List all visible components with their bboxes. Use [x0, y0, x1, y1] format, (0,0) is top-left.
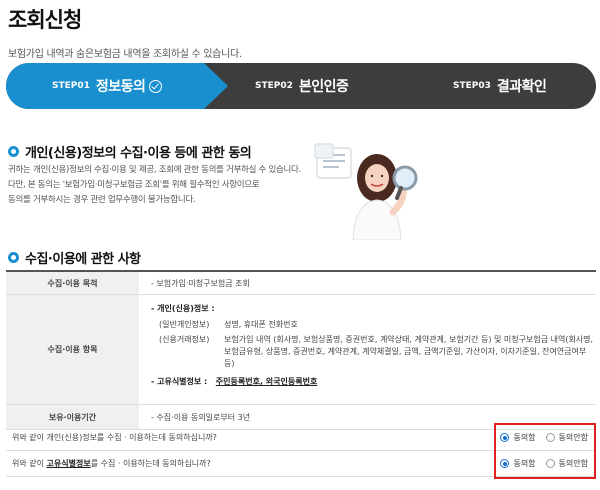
page-title: 조회신청: [8, 8, 82, 32]
section-heading-collection: 수집·이용에 관한 사항: [8, 248, 141, 267]
step-number: STEP02: [255, 81, 293, 91]
consent-question: 위와 같이 개인(신용)정보를 수집 · 이용하는데 동의하십니까?: [12, 433, 217, 442]
table-row: 수집·이용 목적 - 보험가입·미청구보험금 조회: [6, 272, 596, 295]
table-row: 수집·이용 항목 - 개인(신용)정보 : (일반개인정보) 성명, 휴대폰 전…: [6, 295, 596, 405]
step-label: 정보동의: [95, 79, 146, 95]
section-heading-consent: 개인(신용)정보의 수집·이용 등에 관한 동의: [8, 142, 252, 161]
items-title: - 개인(신용)정보 :: [151, 304, 215, 313]
section-bullet-icon: [8, 146, 19, 157]
step-progress-bar: STEP01 정보동의 STEP02 본인인증 STEP03 결과확인: [6, 63, 596, 109]
step-label: 본인인증: [298, 79, 349, 95]
magnifier-illustration: [314, 143, 418, 240]
credit-info-row: (신용거래정보) 보험가입 내역 (회사명, 보험상품명, 증권번호, 계약상태…: [159, 335, 594, 368]
general-info-row: (일반개인정보) 성명, 휴대폰 전화번호: [159, 320, 298, 329]
step-2: STEP02 본인인증: [255, 63, 349, 109]
row-header: 수집·이용 목적: [6, 272, 139, 294]
highlight-box: [494, 423, 596, 479]
row-value: - 보험가입·미청구보험금 조회: [151, 278, 250, 288]
step-number: STEP03: [453, 81, 491, 91]
step-number: STEP01: [52, 81, 90, 91]
row-header: 수집·이용 항목: [6, 295, 139, 404]
collection-table: 수집·이용 목적 - 보험가입·미청구보험금 조회 수집·이용 항목 - 개인(…: [6, 270, 596, 430]
step-label: 결과확인: [496, 79, 547, 95]
page-description: 보험가입 내역과 숨은보험금 내역을 조회하실 수 있습니다.: [8, 49, 242, 60]
consent-question: 위와 같이 고유식별정보를 수집 · 이용하는데 동의하십니까?: [12, 459, 211, 468]
unique-id-row: - 고유식별정보 : 주민등록번호, 외국인등록번호: [151, 377, 318, 386]
step1-arrow: [204, 63, 228, 109]
row-value: - 개인(신용)정보 : (일반개인정보) 성명, 휴대폰 전화번호 (신용거래…: [139, 295, 596, 404]
step-3: STEP03 결과확인: [453, 63, 547, 109]
check-circle-icon: [149, 79, 163, 93]
step-1: STEP01 정보동의: [52, 63, 163, 109]
intro-text: 귀하는 개인(신용)정보의 수집·이용 및 제공, 조회에 관한 동의를 거부하…: [8, 165, 301, 205]
section-bullet-icon: [8, 252, 19, 263]
